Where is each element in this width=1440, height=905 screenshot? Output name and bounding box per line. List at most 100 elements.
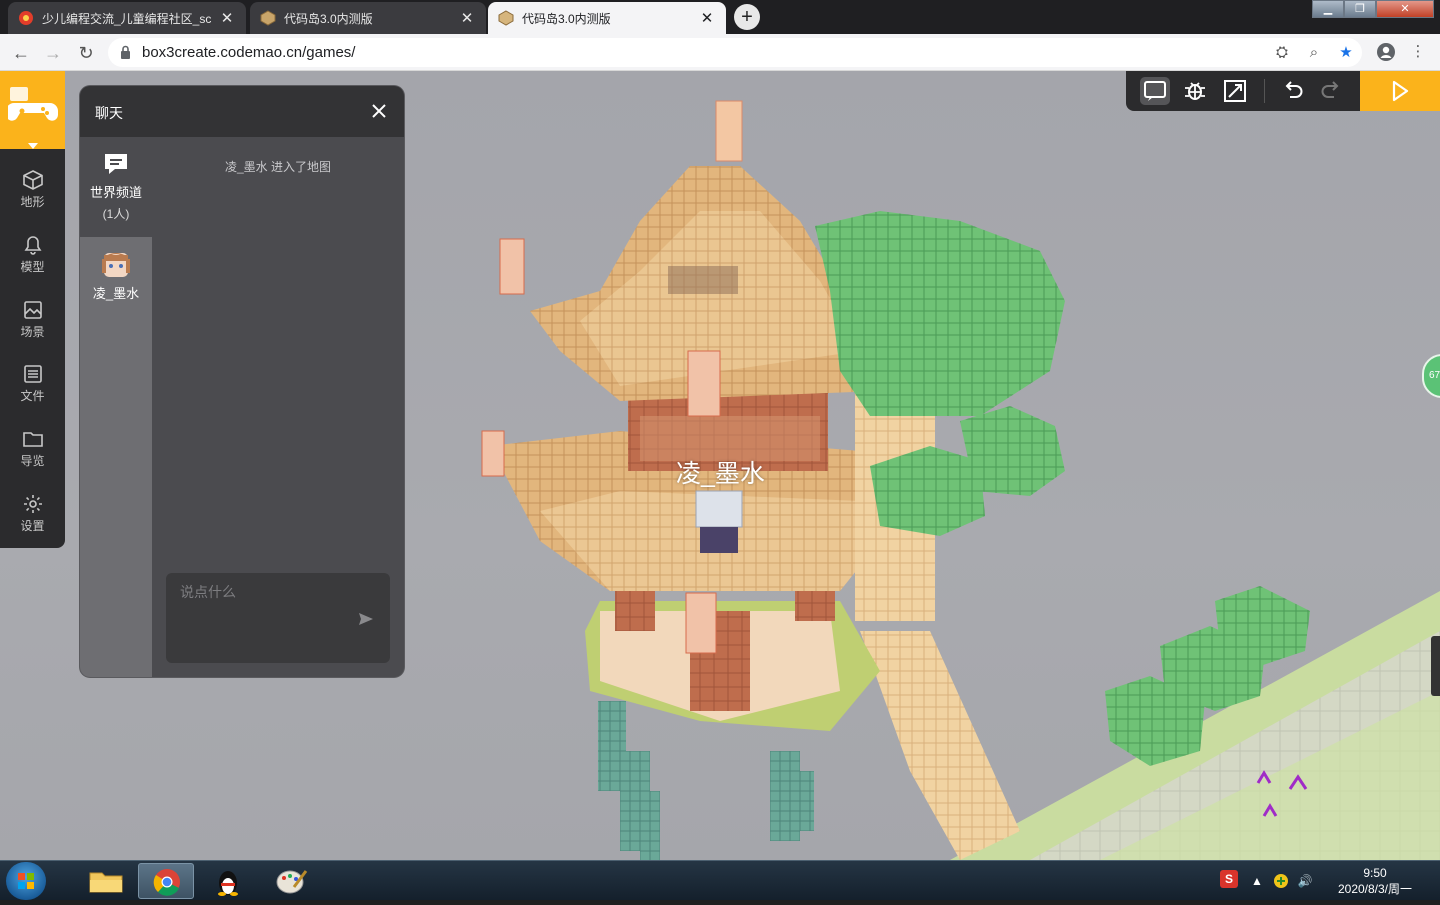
taskbar-explorer[interactable]	[78, 863, 134, 899]
bookmark-star-icon[interactable]: ★	[1336, 43, 1356, 63]
channel-user[interactable]: 凌_墨水	[80, 237, 152, 307]
tab-close-icon[interactable]: ✕	[218, 9, 236, 27]
windows-taskbar: S ▲ 🔊 9:50 2020/8/3/周一	[0, 860, 1440, 900]
close-window-button[interactable]: ✕	[1376, 0, 1434, 18]
chat-message-system: 凌_墨水 进入了地图	[224, 160, 331, 174]
browser-toolbar: ← → ↻ box3create.codemao.cn/games/ ⛭ ⌕ ★…	[0, 34, 1440, 71]
chat-bubble-icon	[105, 154, 127, 174]
file-list-icon	[23, 365, 42, 383]
game-viewport[interactable]: 凌_墨水 地形 模型 场景 文件 导览 设置 聊天 世界频道 (1人) 凌_墨水…	[0, 71, 1440, 860]
folder-app-icon	[89, 872, 123, 893]
sogou-input-icon[interactable]: S	[1220, 870, 1238, 888]
gamepad-logo-icon	[8, 87, 58, 121]
start-button[interactable]	[6, 862, 46, 900]
player-nametag: 凌_墨水	[676, 460, 765, 488]
maximize-button[interactable]: ❐	[1344, 0, 1376, 18]
paint-palette-icon	[276, 870, 308, 894]
window-controls: ▁ ❐ ✕	[1312, 0, 1434, 18]
tray-expand-icon[interactable]: ▲	[1248, 872, 1266, 890]
tab-close-icon[interactable]: ✕	[458, 9, 476, 27]
chat-icon	[1144, 81, 1166, 101]
browser-menu-icon[interactable]: ⋮	[1408, 42, 1428, 62]
image-icon	[23, 301, 42, 319]
sidebar-item-label: 场景	[20, 325, 45, 339]
chat-input-box[interactable]	[166, 573, 390, 663]
windows-logo-icon	[18, 873, 34, 889]
tab-close-icon[interactable]: ✕	[698, 9, 716, 27]
sidebar-item-label: 设置	[20, 519, 45, 533]
tab-title: 代码岛3.0内测版	[522, 11, 611, 26]
debug-button[interactable]	[1180, 77, 1210, 105]
taskbar-qq[interactable]	[200, 863, 256, 899]
forward-arrow-icon[interactable]: →	[40, 40, 66, 66]
play-button[interactable]	[1360, 71, 1440, 111]
channel-world[interactable]: 世界频道 (1人)	[80, 137, 152, 237]
chat-header: 聊天	[80, 86, 404, 137]
user-avatar	[102, 253, 130, 277]
chat-toggle-button[interactable]	[1140, 77, 1170, 105]
sidebar-item-model[interactable]: 模型	[0, 230, 65, 292]
chrome-app-icon	[153, 869, 180, 896]
undo-icon	[1285, 81, 1303, 98]
browser-tab-2[interactable]: 代码岛3.0内测版 ✕	[250, 2, 486, 34]
sidebar-item-label: 模型	[20, 260, 45, 274]
channel-user-name: 凌_墨水	[92, 286, 140, 301]
chat-title: 聊天	[95, 105, 123, 121]
profile-avatar-icon[interactable]	[1376, 42, 1396, 62]
url-text: box3create.codemao.cn/games/	[142, 44, 356, 61]
sidebar-item-label: 地形	[20, 195, 45, 209]
fullscreen-button[interactable]	[1220, 77, 1250, 105]
lock-icon	[121, 45, 130, 59]
close-icon[interactable]	[368, 100, 390, 122]
codemao-favicon-icon	[18, 10, 34, 26]
send-icon[interactable]	[358, 611, 374, 627]
browser-tab-bar: 少儿编程交流_儿童编程社区_sc ✕ 代码岛3.0内测版 ✕ 代码岛3.0内测版…	[0, 0, 1440, 34]
back-arrow-icon[interactable]: ←	[8, 40, 34, 66]
clock-date: 2020/8/3/周一	[1337, 882, 1413, 896]
volume-icon[interactable]: 🔊	[1296, 872, 1314, 890]
sidebar-item-file[interactable]: 文件	[0, 359, 65, 421]
tray-clock[interactable]: 9:50 2020/8/3/周一	[1330, 865, 1420, 897]
cube-icon	[22, 170, 43, 190]
expand-icon	[1224, 80, 1246, 102]
gear-icon	[23, 495, 42, 513]
bell-icon	[24, 236, 41, 255]
address-bar[interactable]: box3create.codemao.cn/games/ ⛭ ⌕ ★	[108, 38, 1362, 67]
sidebar-item-settings[interactable]: 设置	[0, 489, 65, 551]
network-status-icon[interactable]	[1272, 872, 1290, 890]
side-gauge	[1431, 636, 1440, 696]
caret-down-icon	[28, 143, 38, 149]
zoom-icon[interactable]: ⌕	[1304, 43, 1324, 63]
chat-channel-list: 世界频道 (1人) 凌_墨水	[80, 137, 152, 677]
redo-button[interactable]	[1316, 77, 1346, 105]
browser-tab-3[interactable]: 代码岛3.0内测版 ✕	[488, 2, 726, 34]
reload-icon[interactable]: ↻	[73, 40, 99, 66]
channel-world-count: (1人)	[102, 207, 130, 221]
codemao-logo[interactable]	[0, 71, 65, 149]
editor-tools	[1126, 71, 1360, 111]
taskbar-chrome[interactable]	[138, 863, 194, 899]
bug-icon	[1185, 82, 1205, 100]
qq-penguin-icon	[218, 871, 238, 896]
tab-title: 代码岛3.0内测版	[284, 11, 373, 26]
new-tab-button[interactable]: +	[734, 4, 760, 30]
tool-divider	[1264, 79, 1265, 103]
clock-time: 9:50	[1363, 866, 1387, 880]
channel-world-label: 世界频道	[89, 185, 142, 200]
translate-icon[interactable]: ⛭	[1272, 43, 1292, 63]
box-favicon-icon	[498, 10, 514, 26]
sidebar-item-guide[interactable]: 导览	[0, 424, 65, 486]
chat-input[interactable]	[180, 581, 350, 603]
folder-icon	[22, 432, 43, 447]
browser-tab-1[interactable]: 少儿编程交流_儿童编程社区_sc ✕	[8, 2, 246, 34]
taskbar-paint[interactable]	[262, 863, 318, 899]
redo-icon	[1321, 81, 1339, 98]
sidebar-item-label: 文件	[20, 389, 45, 403]
play-icon	[1392, 80, 1409, 102]
chat-panel: 聊天 世界频道 (1人) 凌_墨水 凌_墨水 进入了地图	[80, 86, 404, 677]
undo-button[interactable]	[1278, 77, 1308, 105]
minimize-button[interactable]: ▁	[1312, 0, 1344, 18]
sidebar-item-scene[interactable]: 场景	[0, 295, 65, 357]
sidebar-item-terrain[interactable]: 地形	[0, 165, 65, 227]
sidebar-item-label: 导览	[20, 454, 45, 468]
